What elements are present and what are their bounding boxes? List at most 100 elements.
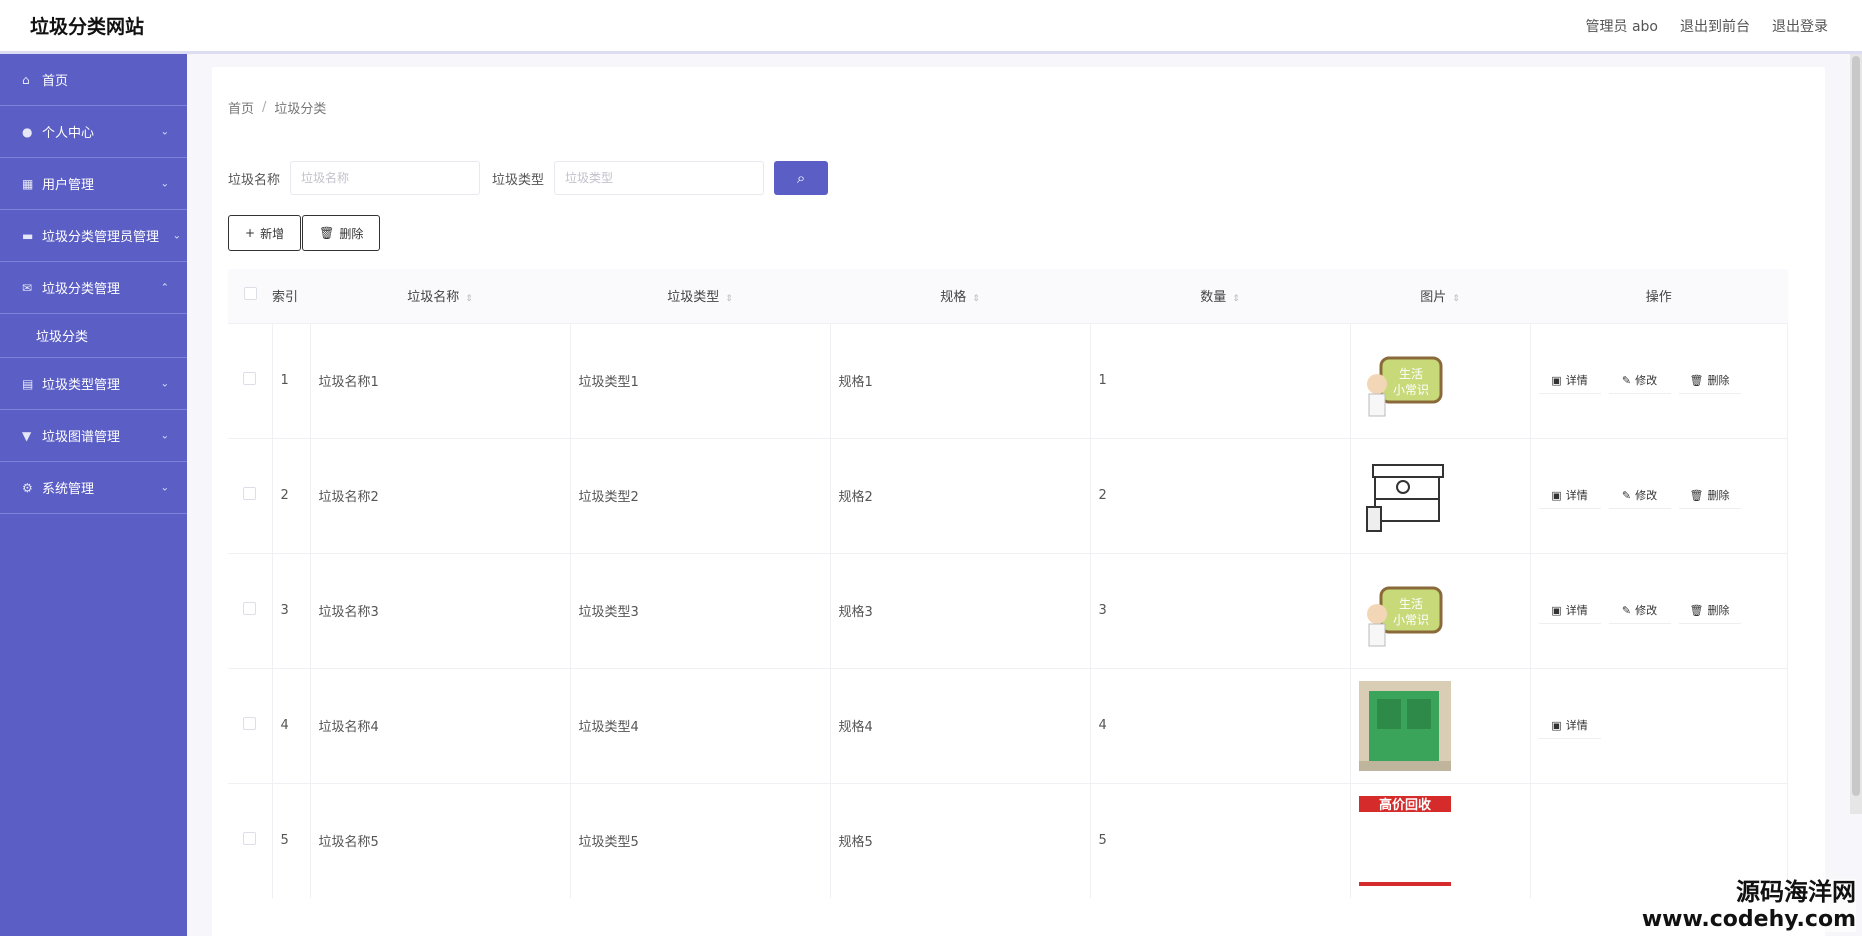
cell-spec: 规格5	[830, 782, 1091, 898]
sort-icon[interactable]: ⇕	[725, 294, 733, 304]
cell-qty: 2	[1090, 437, 1351, 553]
detail-button[interactable]: ▣ 详情	[1538, 483, 1601, 509]
cell-image: 高价回收	[1350, 782, 1531, 898]
action-buttons: + 新增 🗑 删除	[228, 215, 381, 251]
col-image[interactable]: 图片 ⇕	[1350, 269, 1530, 323]
cell-name: 垃圾名称3	[310, 552, 571, 668]
row-checkbox[interactable]	[243, 717, 257, 730]
breadcrumb-home[interactable]: 首页	[228, 98, 254, 117]
delete-button[interactable]: 🗑 删除	[1678, 483, 1741, 509]
sidebar-item-classification-management[interactable]: ✉ 垃圾分类管理 ⌃	[0, 262, 187, 314]
col-qty[interactable]: 数量 ⇕	[1090, 269, 1350, 323]
col-index[interactable]: 索引	[272, 269, 310, 323]
sidebar-item-type-management[interactable]: ▤ 垃圾类型管理 ⌄	[0, 358, 187, 410]
sort-icon[interactable]: ⇕	[1232, 294, 1240, 304]
admin-user-label[interactable]: 管理员 abo	[1586, 16, 1658, 36]
sidebar-item-label: 个人中心	[42, 126, 95, 141]
chevron-down-icon: ⌄	[160, 482, 169, 493]
cell-index: 3	[272, 552, 311, 668]
row-checkbox[interactable]	[243, 832, 257, 846]
user-icon: ●	[22, 124, 33, 139]
search-button[interactable]: ⌕	[774, 161, 829, 195]
cell-index: 5	[272, 782, 311, 898]
cell-spec: 规格4	[830, 667, 1091, 783]
sort-icon[interactable]: ⇕	[972, 294, 980, 304]
detail-button[interactable]: ▣ 详情	[1538, 368, 1601, 394]
breadcrumb: 首页 / 垃圾分类	[212, 67, 1825, 147]
detail-button[interactable]: ▣ 详情	[1538, 598, 1601, 624]
cell-name: 垃圾名称1	[310, 322, 571, 438]
scrollbar-thumb[interactable]	[1852, 56, 1860, 796]
sidebar-item-user-management[interactable]: ▦ 用户管理 ⌄	[0, 158, 187, 210]
logout-link[interactable]: 退出登录	[1772, 16, 1828, 36]
type-label: 垃圾类型	[492, 172, 545, 188]
cell-index: 1	[272, 322, 311, 438]
cell-qty: 3	[1090, 552, 1351, 668]
detail-button[interactable]: ▣ 详情	[1538, 713, 1601, 739]
filter-icon: ▼	[22, 428, 32, 443]
cell-qty: 1	[1090, 322, 1351, 438]
cell-spec: 规格2	[830, 437, 1091, 553]
sidebar-subitem-classification[interactable]: 垃圾分类	[0, 314, 187, 358]
site-title: 垃圾分类网站	[30, 16, 145, 38]
edit-label: 修改	[1635, 489, 1658, 502]
table-row: 5 垃圾名称5 垃圾类型5 规格5 5 高价回收	[228, 782, 1788, 898]
admin-icon: ▬	[22, 228, 34, 243]
sidebar-item-home[interactable]: ⌂ 首页	[0, 54, 187, 106]
type-search-input[interactable]	[554, 161, 765, 195]
col-type[interactable]: 垃圾类型 ⇕	[570, 269, 830, 323]
batch-delete-button[interactable]: 🗑 删除	[302, 215, 381, 251]
detail-icon: ▣	[1551, 373, 1562, 387]
sidebar-item-label: 垃圾分类管理	[42, 282, 121, 297]
sidebar-item-atlas-management[interactable]: ▼ 垃圾图谱管理 ⌄	[0, 410, 187, 462]
chevron-down-icon: ⌄	[160, 378, 169, 389]
edit-icon: ✎	[1621, 373, 1632, 387]
plus-icon: +	[245, 226, 256, 240]
col-qty-label: 数量	[1200, 290, 1227, 306]
edit-button[interactable]: ✎ 修改	[1608, 368, 1671, 394]
col-spec-label: 规格	[940, 290, 967, 306]
sort-icon[interactable]: ⇕	[1452, 294, 1460, 304]
green-bin-image[interactable]	[1358, 680, 1451, 771]
cell-spec: 规格1	[830, 322, 1091, 438]
edit-button[interactable]: ✎ 修改	[1608, 598, 1671, 624]
badge-text-bottom: 小常识	[1392, 613, 1428, 627]
sort-icon[interactable]: ⇕	[465, 294, 473, 304]
add-button[interactable]: + 新增	[228, 215, 302, 251]
chevron-down-icon: ⌄	[172, 230, 181, 241]
sketch-kiosk-image[interactable]	[1359, 451, 1451, 541]
delete-label: 删除	[1707, 374, 1730, 387]
edit-label: 修改	[1635, 374, 1658, 387]
col-name[interactable]: 垃圾名称 ⇕	[310, 269, 570, 323]
name-search-input[interactable]	[290, 161, 481, 195]
row-checkbox[interactable]	[243, 602, 257, 615]
delete-button[interactable]: 🗑 删除	[1678, 368, 1741, 394]
row-checkbox[interactable]	[243, 487, 257, 500]
cell-image: 生活 小常识	[1350, 322, 1531, 438]
content-card: 垃圾名称 垃圾类型 ⌕ + 新增 🗑 删除 索引 垃圾名称⇕ 垃圾类	[212, 145, 1825, 936]
select-all-checkbox[interactable]	[243, 287, 257, 301]
sidebar-item-system-management[interactable]: ⚙ 系统管理 ⌄	[0, 462, 187, 514]
cell-type: 垃圾类型4	[570, 667, 831, 783]
chevron-up-icon: ⌃	[160, 282, 169, 293]
badge-text-top: 生活	[1398, 597, 1422, 611]
sidebar-item-label: 首页	[42, 74, 69, 89]
delete-label: 删除	[1707, 604, 1730, 617]
sidebar-item-personal-center[interactable]: ● 个人中心 ⌄	[0, 106, 187, 158]
edit-label: 修改	[1635, 604, 1658, 617]
cell-ops: ▣ 详情 ✎ 修改 🗑 删除	[1530, 322, 1788, 438]
edit-button[interactable]: ✎ 修改	[1608, 483, 1671, 509]
recycle-banner-image[interactable]: 高价回收	[1358, 795, 1451, 886]
cartoon-badge-image[interactable]: 生活 小常识	[1359, 336, 1451, 426]
page-scrollbar[interactable]	[1850, 54, 1862, 814]
col-spec[interactable]: 规格 ⇕	[830, 269, 1090, 323]
back-to-front-link[interactable]: 退出到前台	[1680, 16, 1750, 36]
detail-label: 详情	[1565, 719, 1588, 732]
delete-button[interactable]: 🗑 删除	[1678, 598, 1741, 624]
watermark: 源码海洋网 www.codehy.com	[1641, 879, 1856, 932]
cartoon-badge-image[interactable]: 生活 小常识	[1359, 566, 1451, 656]
row-checkbox[interactable]	[243, 372, 257, 385]
sidebar-item-admin-management[interactable]: ▬ 垃圾分类管理员管理 ⌄	[0, 210, 187, 262]
breadcrumb-separator: /	[262, 99, 267, 115]
chevron-down-icon: ⌄	[160, 126, 169, 137]
